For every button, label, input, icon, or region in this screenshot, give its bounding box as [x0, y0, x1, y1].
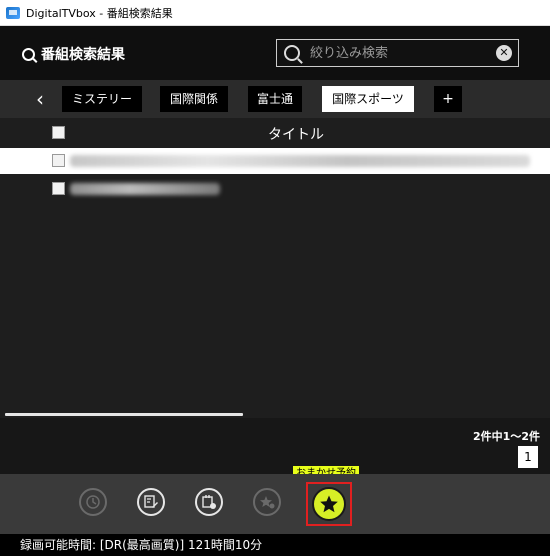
- calendar-icon[interactable]: [195, 488, 223, 516]
- tab-international-sports[interactable]: 国際スポーツ: [322, 86, 414, 112]
- result-count: 2件中1～2件: [473, 430, 540, 443]
- tab-mystery[interactable]: ミステリー: [62, 86, 142, 112]
- select-all-checkbox[interactable]: [52, 126, 65, 139]
- star-remove-icon[interactable]: [253, 488, 281, 516]
- table-row[interactable]: [0, 176, 550, 202]
- page-title: 番組検索結果: [41, 47, 125, 63]
- page-title-area: 番組検索結果: [22, 44, 125, 64]
- status-bar: 録画可能時間: [DR(最高画質)] 121時間10分: [0, 534, 550, 556]
- window-titlebar: DigitalTVbox - 番組検索結果: [0, 0, 550, 26]
- bottom-toolbar: [0, 474, 550, 534]
- edit-reservation-icon[interactable]: [137, 488, 165, 516]
- star-icon: [320, 495, 338, 513]
- add-tab-button[interactable]: +: [434, 86, 462, 112]
- table-row[interactable]: [0, 148, 550, 174]
- clear-icon[interactable]: ✕: [496, 45, 512, 61]
- filter-search-input[interactable]: [308, 44, 496, 62]
- omakase-reserve-button[interactable]: [312, 487, 346, 521]
- results-table: タイトル: [0, 118, 550, 418]
- search-icon: [284, 45, 300, 61]
- filter-search-box[interactable]: ✕: [276, 39, 519, 67]
- row-checkbox[interactable]: [52, 154, 65, 167]
- header: 番組検索結果 ✕: [0, 26, 550, 80]
- blurred-program-title: [70, 183, 220, 195]
- blurred-program-title: [70, 155, 530, 167]
- pager-area: 2件中1～2件 1: [0, 418, 550, 474]
- tab-bar: ‹ ミステリー 国際関係 富士通 国際スポーツ +: [0, 80, 550, 118]
- clock-icon[interactable]: [79, 488, 107, 516]
- row-checkbox[interactable]: [52, 182, 65, 195]
- page-number-button[interactable]: 1: [518, 446, 538, 468]
- search-icon: [22, 47, 35, 61]
- app-icon: [6, 6, 20, 19]
- column-title-header: タイトル: [268, 127, 324, 143]
- back-chevron-icon[interactable]: ‹: [30, 88, 50, 110]
- window-title: DigitalTVbox - 番組検索結果: [26, 6, 173, 20]
- table-header: タイトル: [0, 118, 550, 149]
- tab-international-relations[interactable]: 国際関係: [160, 86, 228, 112]
- tab-fujitsu[interactable]: 富士通: [248, 86, 302, 112]
- horizontal-scrollbar[interactable]: [5, 413, 243, 416]
